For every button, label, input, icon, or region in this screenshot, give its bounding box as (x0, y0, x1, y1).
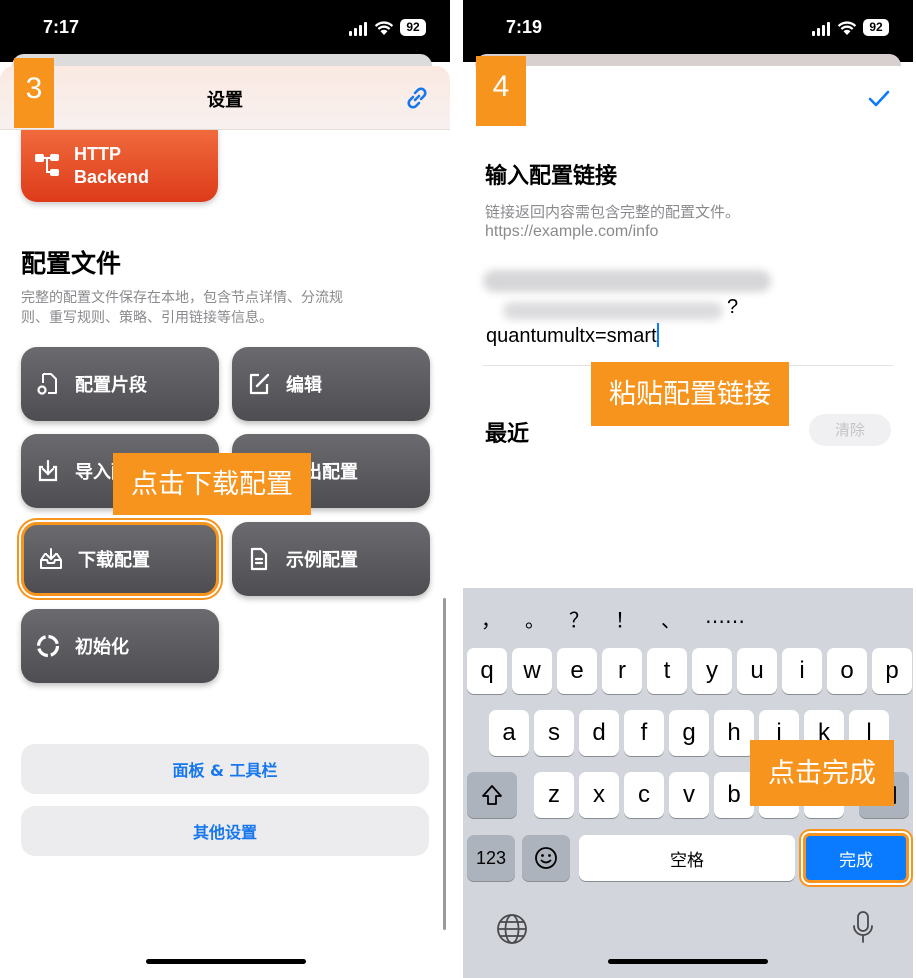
suggestion-ellipsis[interactable]: …… (705, 604, 745, 628)
key-x[interactable]: x (579, 772, 619, 818)
key-z[interactable]: z (534, 772, 574, 818)
document-lines-icon (250, 547, 268, 571)
emoji-key[interactable] (522, 835, 570, 881)
key-e[interactable]: e (557, 648, 597, 694)
home-indicator (608, 959, 768, 964)
nav-bar: 设置 (0, 66, 450, 130)
right-screenshot: 7:19 92 4 输入配置链接 链接返回内容需包含完整的配置文件。 https… (463, 0, 913, 978)
key-y[interactable]: y (692, 648, 732, 694)
suggestion-question[interactable]: ？ (569, 604, 589, 633)
sample-config-label: 示例配置 (286, 550, 358, 571)
redacted-text-line2 (503, 302, 723, 320)
key-p[interactable]: p (872, 648, 912, 694)
section-title: 配置文件 (21, 249, 122, 278)
battery-indicator: 92 (863, 19, 889, 36)
key-t[interactable]: t (647, 648, 687, 694)
globe-icon[interactable] (496, 913, 528, 945)
recent-heading: 最近 (485, 422, 530, 447)
suggestion-exclaim[interactable]: ！ (615, 604, 635, 633)
callout-download-config: 点击下载配置 (113, 453, 311, 515)
home-indicator (146, 959, 306, 964)
step-number-badge: 3 (14, 58, 54, 128)
section-description-line2: 则、重写规则、策略、引用链接等信息。 (21, 310, 273, 326)
redacted-text-line1 (483, 270, 771, 292)
square-pencil-icon (249, 373, 270, 395)
checkmark-icon[interactable] (868, 90, 890, 108)
flow-tree-icon (35, 154, 59, 176)
download-config-button[interactable]: 下载配置 (21, 522, 219, 596)
key-d[interactable]: d (579, 710, 619, 756)
key-a[interactable]: a (489, 710, 529, 756)
emoji-smile-icon (535, 847, 557, 869)
http-backend-label-2: Backend (74, 167, 150, 187)
status-time: 7:19 (506, 17, 543, 37)
suggestion-pause-comma[interactable]: 、 (661, 604, 681, 633)
key-c[interactable]: c (624, 772, 664, 818)
key-r[interactable]: r (602, 648, 642, 694)
input-value: quantumultx=smart (486, 323, 659, 348)
scrollbar[interactable] (443, 598, 446, 930)
download-config-label: 下载配置 (78, 550, 150, 571)
key-h[interactable]: h (714, 710, 754, 756)
key-g[interactable]: g (669, 710, 709, 756)
initialize-label: 初始化 (75, 637, 129, 658)
document-gear-icon (37, 373, 57, 395)
import-icon (38, 459, 58, 482)
battery-indicator: 92 (400, 19, 426, 36)
http-backend-label-1: HTTP (74, 144, 121, 164)
status-bar: 7:17 92 (0, 0, 450, 62)
clear-button[interactable]: 清除 (809, 414, 891, 446)
keyboard: ， 。 ？ ！ 、 …… q w e r t y u i o p a s d f… (463, 588, 913, 978)
link-icon[interactable] (404, 85, 430, 111)
download-tray-icon (40, 548, 62, 569)
page-title: 设置 (207, 90, 243, 111)
status-bar: 7:19 92 (463, 0, 913, 62)
shift-arrow-icon (482, 785, 502, 805)
key-s[interactable]: s (534, 710, 574, 756)
input-description: 链接返回内容需包含完整的配置文件。 (485, 203, 741, 221)
key-i[interactable]: i (782, 648, 822, 694)
key-f[interactable]: f (624, 710, 664, 756)
callout-tap-done: 点击完成 (750, 740, 894, 806)
edit-label: 编辑 (286, 375, 322, 396)
other-settings-button[interactable]: 其他设置 (21, 806, 429, 856)
config-snippet-label: 配置片段 (75, 375, 147, 396)
left-screenshot: 7:17 92 设置 3 HTTP Backend 配置文件 完整的配置文件保存… (0, 0, 450, 978)
key-b[interactable]: b (714, 772, 754, 818)
cellular-signal-icon (812, 22, 830, 36)
edit-button[interactable]: 编辑 (232, 347, 430, 421)
key-v[interactable]: v (669, 772, 709, 818)
http-backend-button[interactable]: HTTP Backend (21, 130, 218, 202)
key-w[interactable]: w (512, 648, 552, 694)
panel-toolbar-button[interactable]: 面板 & 工具栏 (21, 744, 429, 794)
input-value-text: quantumultx=smart (486, 325, 657, 347)
config-snippet-button[interactable]: 配置片段 (21, 347, 219, 421)
shift-key[interactable] (467, 772, 517, 818)
numbers-key[interactable]: 123 (467, 835, 515, 881)
key-u[interactable]: u (737, 648, 777, 694)
callout-paste-link: 粘贴配置链接 (591, 362, 789, 426)
section-description-line1: 完整的配置文件保存在本地，包含节点详情、分流规 (21, 290, 343, 306)
cellular-signal-icon (349, 22, 367, 36)
status-time: 7:17 (43, 17, 80, 37)
suggestion-period[interactable]: 。 (525, 604, 545, 633)
initialize-button[interactable]: 初始化 (21, 609, 219, 683)
circular-loader-icon (36, 634, 60, 658)
space-key[interactable]: 空格 (579, 835, 795, 881)
wifi-icon (374, 21, 394, 35)
microphone-icon[interactable] (851, 910, 875, 946)
step-number-badge: 4 (476, 56, 526, 126)
wifi-icon (837, 21, 857, 35)
input-heading: 输入配置链接 (485, 164, 618, 189)
redacted-text-suffix: ? (727, 296, 739, 318)
sample-config-button[interactable]: 示例配置 (232, 522, 430, 596)
example-url: https://example.com/info (485, 223, 659, 240)
key-q[interactable]: q (467, 648, 507, 694)
text-cursor (656, 323, 659, 347)
done-key[interactable]: 完成 (803, 833, 909, 883)
suggestion-comma[interactable]: ， (481, 604, 501, 633)
config-url-input[interactable]: ? quantumultx=smart (483, 266, 893, 362)
key-o[interactable]: o (827, 648, 867, 694)
